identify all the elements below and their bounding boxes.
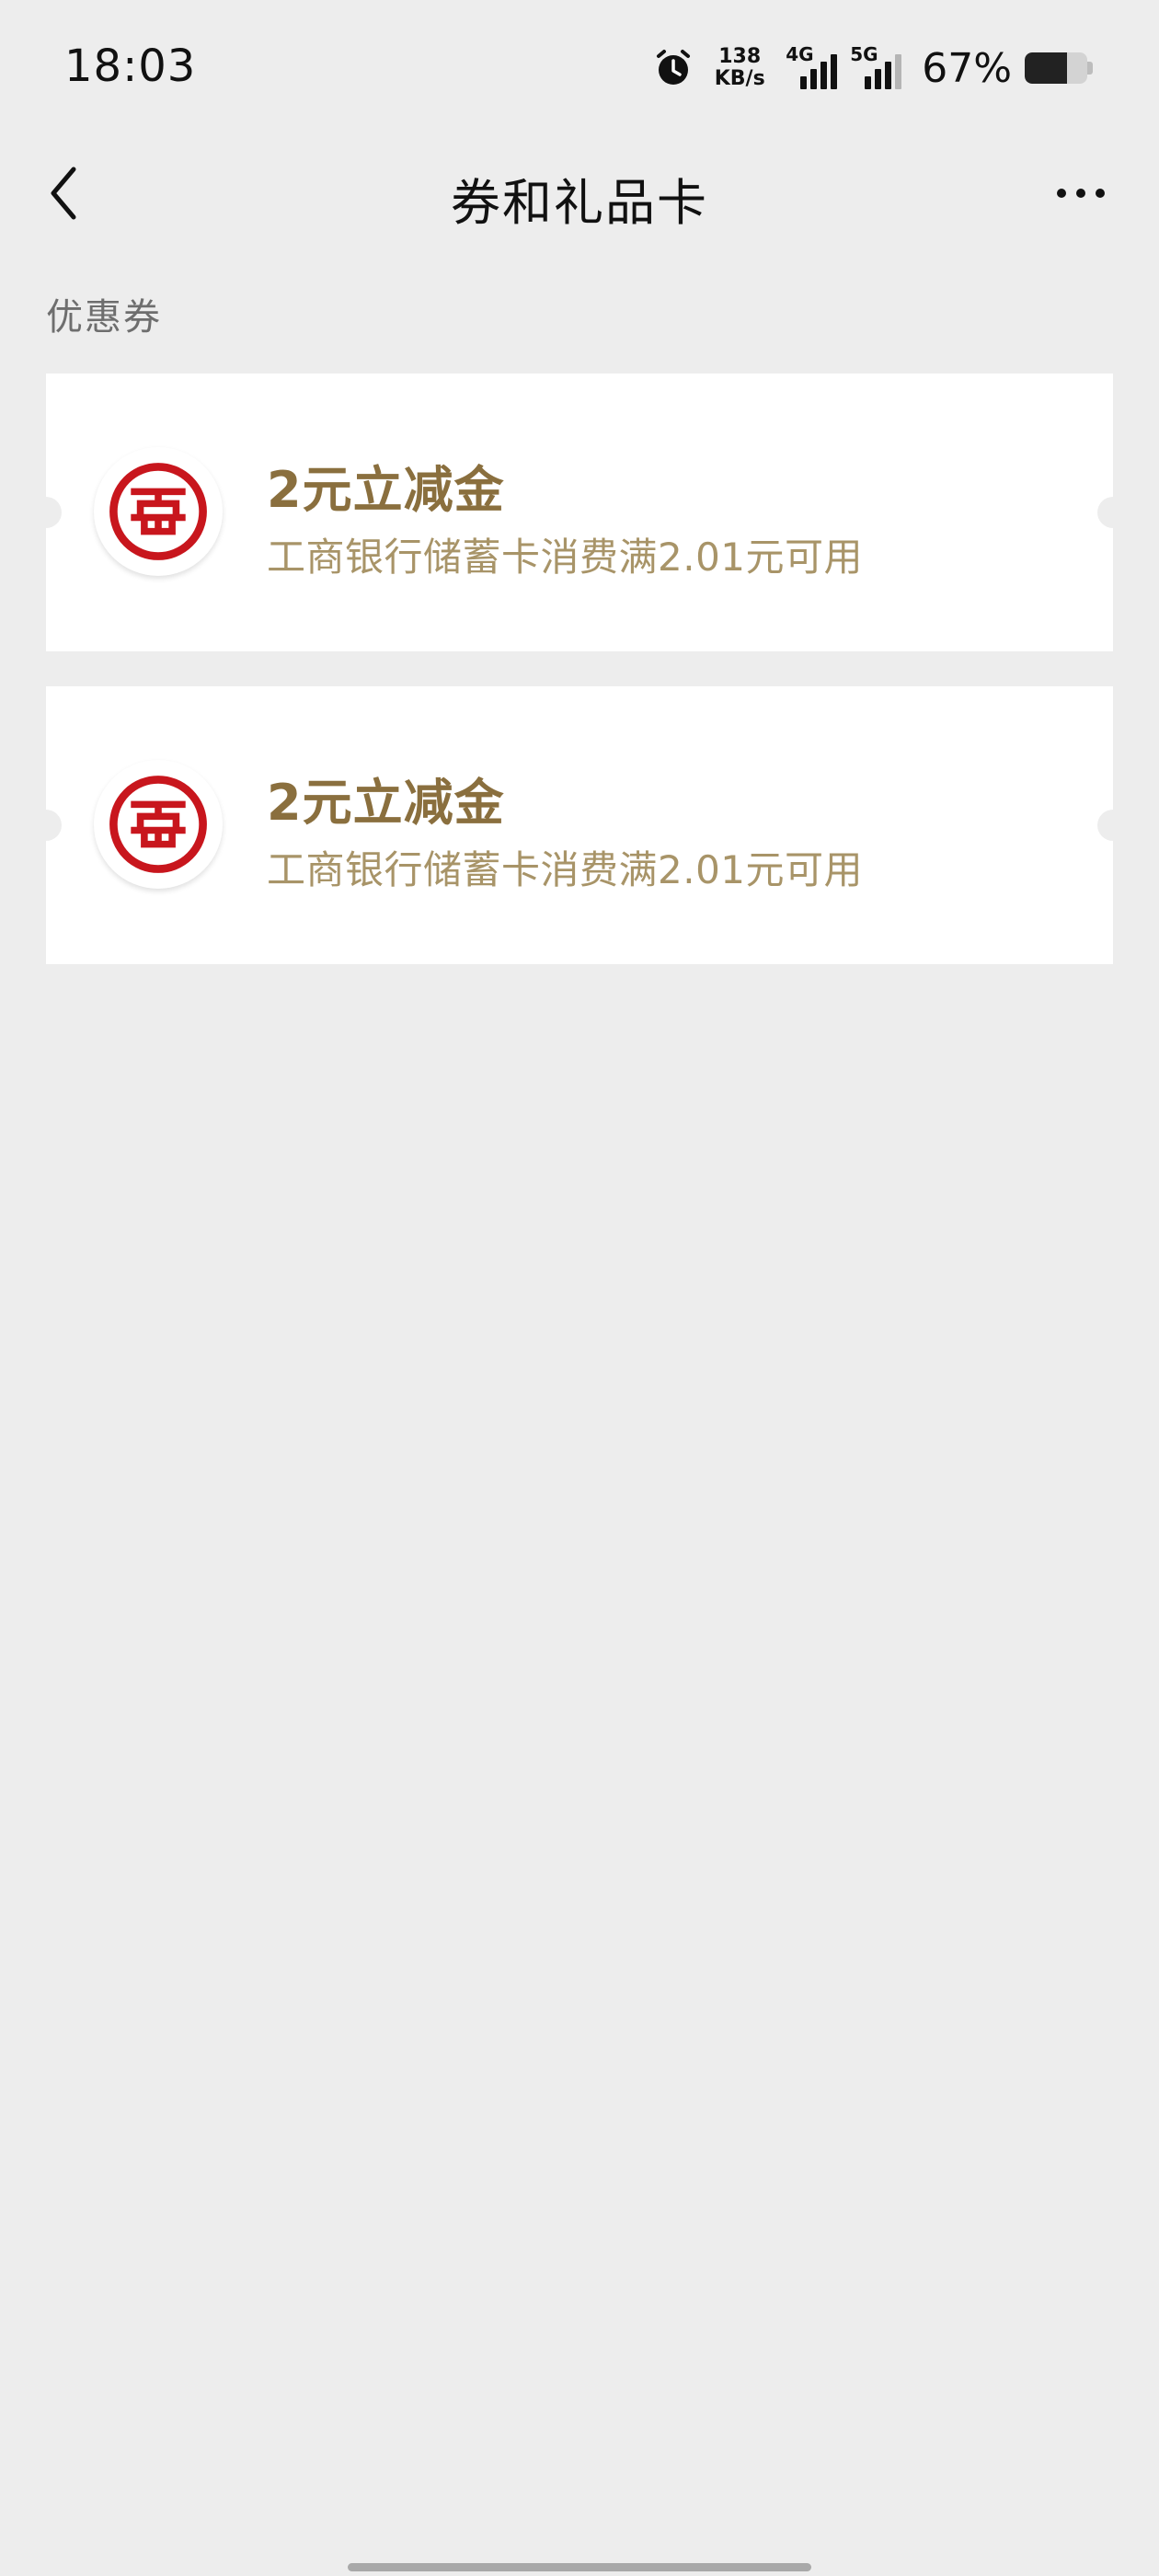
status-indicators: 138 KB/s 4G 5G 67% (653, 40, 1093, 96)
coupon-card[interactable]: 2元立减金 工商银行储蓄卡消费满2.01元可用 (30, 374, 1129, 651)
coupon-card[interactable]: 2元立减金 工商银行储蓄卡消费满2.01元可用 (30, 686, 1129, 964)
signal-4g-bars-icon (800, 54, 838, 89)
coupon-description: 工商银行储蓄卡消费满2.01元可用 (267, 535, 864, 580)
network-speed-value: 138 (718, 45, 762, 68)
section-label-coupons: 优惠券 (46, 296, 162, 339)
home-indicator[interactable] (348, 2563, 811, 2571)
more-dots-icon (1057, 189, 1066, 198)
coupon-notch-right (1097, 497, 1129, 528)
battery-icon (1025, 52, 1087, 84)
battery-cap (1087, 62, 1093, 75)
status-bar: 18:03 138 KB/s 4G 5G 67% (0, 0, 1159, 138)
status-time: 18:03 (64, 40, 197, 92)
signal-5g: 5G (850, 43, 902, 91)
signal-4g: 4G (786, 43, 838, 91)
battery-percent: 67% (922, 44, 1012, 92)
alarm-clock-icon (657, 50, 691, 85)
coupon-title: 2元立减金 (267, 461, 505, 519)
battery-fill (1025, 52, 1067, 84)
icbc-logo-icon (109, 776, 207, 873)
coupon-notch-left (30, 810, 62, 841)
icbc-logo-icon (109, 463, 207, 560)
coupon-title: 2元立减金 (267, 774, 505, 832)
more-button[interactable] (1039, 164, 1122, 223)
more-dot (1096, 189, 1105, 198)
network-speed: 138 KB/s (712, 46, 767, 90)
nav-bar: 券和礼品卡 (0, 138, 1159, 248)
more-dot (1076, 189, 1085, 198)
signal-5g-bars-icon (865, 54, 902, 89)
bank-logo (94, 760, 223, 889)
coupon-description: 工商银行储蓄卡消费满2.01元可用 (267, 847, 864, 892)
network-speed-unit: KB/s (714, 67, 765, 90)
coupon-list: 2元立减金 工商银行储蓄卡消费满2.01元可用 2元立减金 工商银行储蓄卡消费满… (30, 374, 1129, 999)
page-title: 券和礼品卡 (451, 174, 708, 232)
coupon-notch-left (30, 497, 62, 528)
coupon-notch-right (1097, 810, 1129, 841)
bank-logo (94, 447, 223, 576)
